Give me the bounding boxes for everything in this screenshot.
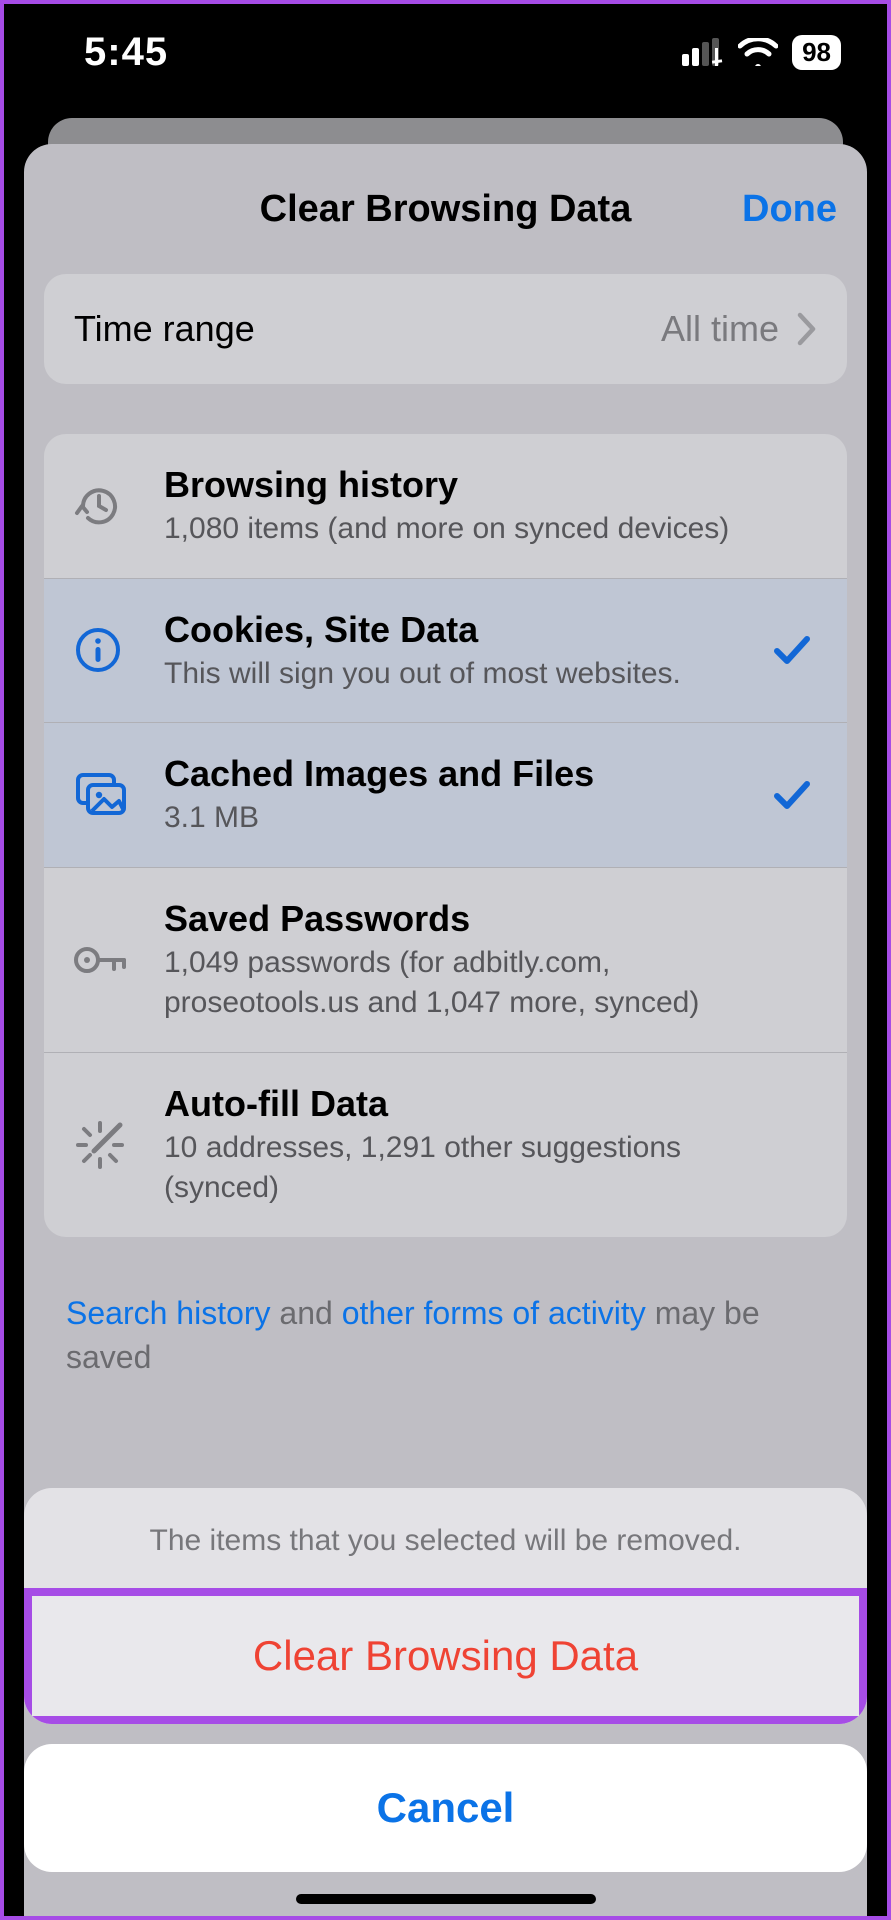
item-subtitle: 1,080 items (and more on synced devices) <box>164 509 757 550</box>
checkmark-icon <box>771 629 813 671</box>
cookies-row[interactable]: Cookies, Site Data This will sign you ou… <box>44 578 847 723</box>
time-range-group: Time range All time <box>44 274 847 384</box>
cached-images-row[interactable]: Cached Images and Files 3.1 MB <box>44 722 847 867</box>
data-types-group: Browsing history 1,080 items (and more o… <box>44 434 847 1237</box>
status-time: 5:45 <box>84 30 168 75</box>
status-icons: 98 <box>682 35 841 70</box>
item-subtitle: 10 addresses, 1,291 other suggestions (s… <box>164 1128 757 1209</box>
browsing-history-row[interactable]: Browsing history 1,080 items (and more o… <box>44 434 847 578</box>
done-button[interactable]: Done <box>742 144 837 274</box>
highlight-annotation: Clear Browsing Data <box>24 1588 867 1724</box>
home-indicator[interactable] <box>296 1894 596 1904</box>
item-title: Saved Passwords <box>164 896 757 941</box>
action-sheet: The items that you selected will be remo… <box>24 1488 867 1872</box>
action-sheet-message: The items that you selected will be remo… <box>24 1488 867 1588</box>
battery-indicator: 98 <box>792 35 841 70</box>
wand-icon <box>74 1119 126 1171</box>
search-history-link[interactable]: Search history <box>66 1295 271 1331</box>
clear-browsing-data-button[interactable]: Clear Browsing Data <box>32 1596 859 1716</box>
item-subtitle: This will sign you out of most websites. <box>164 654 757 695</box>
chevron-right-icon <box>797 312 817 346</box>
key-icon <box>74 943 130 977</box>
images-icon <box>74 771 128 819</box>
time-range-value: All time <box>661 308 779 350</box>
item-title: Auto-fill Data <box>164 1081 757 1126</box>
action-sheet-group: The items that you selected will be remo… <box>24 1488 867 1724</box>
time-range-label: Time range <box>74 308 661 350</box>
item-subtitle: 1,049 passwords (for adbitly.com, proseo… <box>164 943 757 1024</box>
sheet-header: Clear Browsing Data Done <box>24 144 867 274</box>
item-title: Browsing history <box>164 462 757 507</box>
footer-text: Search history and other forms of activi… <box>44 1287 847 1381</box>
cancel-button[interactable]: Cancel <box>24 1744 867 1872</box>
wifi-icon <box>738 38 778 66</box>
info-icon <box>74 626 122 674</box>
time-range-row[interactable]: Time range All time <box>44 274 847 384</box>
page-title: Clear Browsing Data <box>260 188 632 231</box>
history-icon <box>74 481 124 531</box>
checkmark-icon <box>771 774 813 816</box>
item-title: Cookies, Site Data <box>164 607 757 652</box>
item-subtitle: 3.1 MB <box>164 798 757 839</box>
autofill-row[interactable]: Auto-fill Data 10 addresses, 1,291 other… <box>44 1052 847 1237</box>
battery-percent: 98 <box>802 37 831 68</box>
saved-passwords-row[interactable]: Saved Passwords 1,049 passwords (for adb… <box>44 867 847 1052</box>
item-title: Cached Images and Files <box>164 751 757 796</box>
status-bar: 5:45 98 <box>4 4 887 114</box>
cellular-icon <box>682 38 724 66</box>
other-activity-link[interactable]: other forms of activity <box>342 1295 646 1331</box>
